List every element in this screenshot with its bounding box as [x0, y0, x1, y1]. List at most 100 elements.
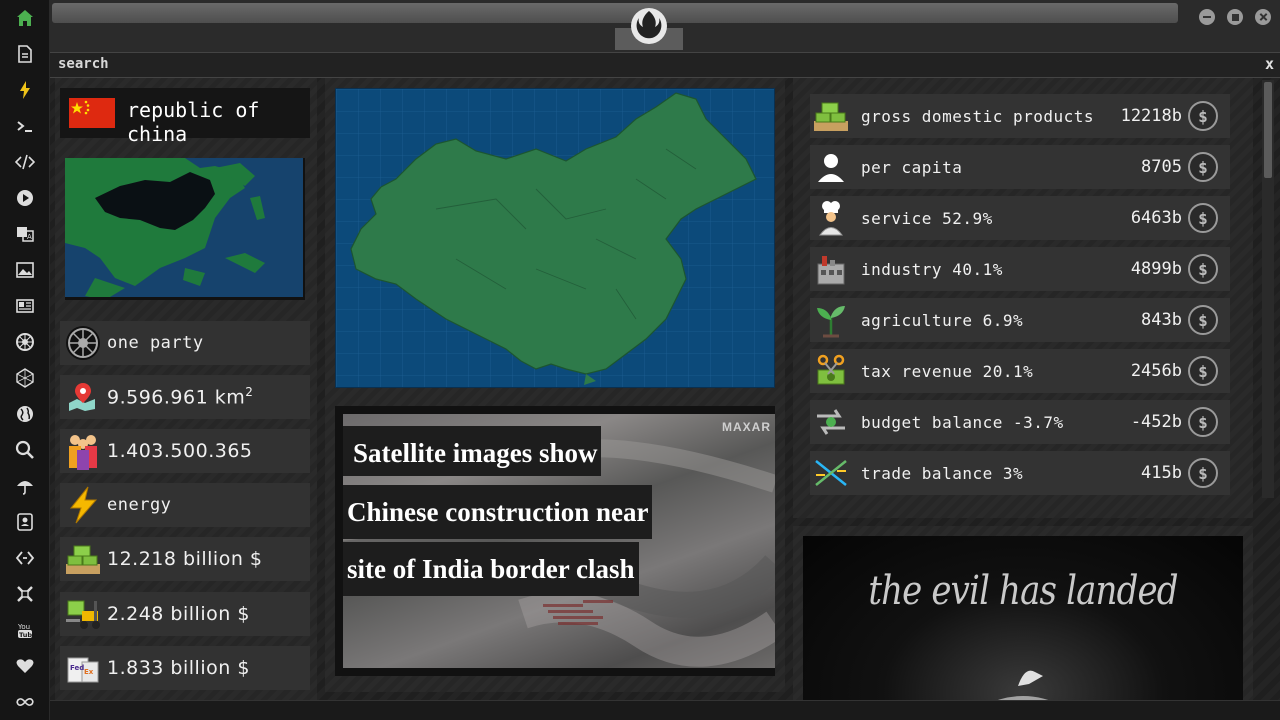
- hexagon-icon[interactable]: [13, 366, 37, 390]
- dollar-icon[interactable]: $: [1188, 101, 1218, 131]
- dollar-icon[interactable]: $: [1188, 152, 1218, 182]
- money-stat-1[interactable]: 12.218 billion $: [60, 537, 310, 581]
- scissors-money-icon: [811, 351, 851, 391]
- factory-icon: [811, 249, 851, 289]
- economy-label: industry 40.1%: [861, 259, 1003, 279]
- trade-cross-icon: [811, 453, 851, 493]
- economy-row-gdp[interactable]: gross domestic products 12218b $: [810, 94, 1230, 138]
- minimize-button[interactable]: [1199, 9, 1215, 25]
- government-stat[interactable]: one party: [60, 321, 310, 365]
- population-stat[interactable]: 1.403.500.365: [60, 429, 310, 473]
- bottom-bar: [50, 700, 1280, 720]
- news-headline-line-1: Satellite images show: [343, 426, 602, 476]
- energy-stat[interactable]: energy: [60, 483, 310, 527]
- lightning-icon[interactable]: [13, 78, 37, 102]
- government-type: one party: [107, 333, 204, 353]
- dollar-icon[interactable]: $: [1188, 305, 1218, 335]
- search-icon[interactable]: [13, 438, 37, 462]
- economy-value: 8705: [1141, 157, 1182, 177]
- news-headline-line-3: site of India border clash: [343, 542, 639, 596]
- terminal-icon[interactable]: [13, 114, 37, 138]
- news-icon[interactable]: [13, 294, 37, 318]
- search-close-button[interactable]: x: [1265, 55, 1274, 73]
- window-close-button[interactable]: [1255, 9, 1271, 25]
- umbrella-icon[interactable]: [13, 474, 37, 498]
- svg-text:You: You: [17, 623, 30, 631]
- heart-icon[interactable]: [13, 654, 37, 678]
- empire-icon: [63, 323, 103, 363]
- economy-row-budget-balance[interactable]: budget balance -3.7% -452b $: [810, 400, 1230, 444]
- crosshair-icon[interactable]: [13, 582, 37, 606]
- money-stack-icon: [811, 96, 851, 136]
- area-stat[interactable]: 9.596.961 km2: [60, 375, 310, 419]
- play-icon[interactable]: [13, 186, 37, 210]
- contact-icon[interactable]: [13, 510, 37, 534]
- economy-row-tax-revenue[interactable]: tax revenue 20.1% 2456b $: [810, 349, 1230, 393]
- economy-value: 4899b: [1130, 259, 1182, 279]
- economy-label: budget balance -3.7%: [861, 412, 1064, 432]
- money-stack-icon: [63, 539, 103, 579]
- document-icon[interactable]: [13, 42, 37, 66]
- energy-label: energy: [107, 495, 172, 515]
- economy-label: tax revenue 20.1%: [861, 361, 1034, 381]
- person-icon: [811, 147, 851, 187]
- svg-text:Ex: Ex: [84, 668, 94, 676]
- economy-label: agriculture 6.9%: [861, 310, 1024, 330]
- economy-label: service 52.9%: [861, 208, 993, 228]
- country-header: republic of china: [60, 88, 310, 146]
- globe-icon[interactable]: [13, 402, 37, 426]
- economy-value: 2456b: [1130, 361, 1182, 381]
- economy-row-per-capita[interactable]: per capita 8705 $: [810, 145, 1230, 189]
- maximize-button[interactable]: [1227, 9, 1243, 25]
- scrollbar-thumb[interactable]: [1264, 82, 1272, 178]
- svg-text:Tube: Tube: [19, 631, 35, 639]
- economy-row-industry[interactable]: industry 40.1% 4899b $: [810, 247, 1230, 291]
- svg-text:Fed: Fed: [70, 664, 84, 672]
- dollar-icon[interactable]: $: [1188, 407, 1218, 437]
- economy-row-agriculture[interactable]: agriculture 6.9% 843b $: [810, 298, 1230, 342]
- chef-icon: [811, 198, 851, 238]
- economy-value: 12218b: [1120, 106, 1182, 126]
- infinity-icon[interactable]: [13, 690, 37, 714]
- money-stat-2[interactable]: 2.248 billion $: [60, 592, 310, 636]
- economy-label: gross domestic products: [861, 106, 1095, 126]
- money-value-3: 1.833 billion $: [107, 657, 250, 679]
- home-icon[interactable]: [13, 6, 37, 30]
- economy-label: trade balance 3%: [861, 463, 1024, 483]
- rebel-alliance-logo-icon[interactable]: [615, 2, 683, 50]
- translate-icon[interactable]: A: [13, 222, 37, 246]
- transfer-icon[interactable]: [13, 546, 37, 570]
- dollar-icon[interactable]: $: [1188, 203, 1218, 233]
- country-name: republic of china: [127, 98, 260, 146]
- economy-scrollbar[interactable]: [1262, 80, 1274, 498]
- title-bar: [50, 0, 1280, 52]
- code-icon[interactable]: [13, 150, 37, 174]
- money-stat-3[interactable]: Fed Ex 1.833 billion $: [60, 646, 310, 690]
- search-label: search: [58, 56, 109, 72]
- location-minimap[interactable]: [65, 158, 305, 300]
- sidebar-rail: A You Tube: [0, 0, 50, 720]
- empire-icon[interactable]: [13, 330, 37, 354]
- svg-text:A: A: [27, 233, 32, 241]
- money-value-2: 2.248 billion $: [107, 603, 250, 625]
- population-value: 1.403.500.365: [107, 440, 253, 462]
- lightning-icon: [63, 485, 103, 525]
- economy-label: per capita: [861, 157, 963, 177]
- dollar-icon[interactable]: $: [1188, 254, 1218, 284]
- search-bar[interactable]: search x: [50, 52, 1280, 78]
- economy-value: 6463b: [1130, 208, 1182, 228]
- youtube-icon[interactable]: You Tube: [13, 618, 37, 642]
- image-icon[interactable]: [13, 258, 37, 282]
- news-headline-line-2: Chinese construction near: [343, 485, 653, 539]
- economy-value: -452b: [1130, 412, 1182, 432]
- economy-row-service[interactable]: service 52.9% 6463b $: [810, 196, 1230, 240]
- plant-sprout-icon: [811, 300, 851, 340]
- country-map[interactable]: [335, 88, 775, 388]
- dollar-icon[interactable]: $: [1188, 356, 1218, 386]
- economy-row-trade-balance[interactable]: trade balance 3% 415b $: [810, 451, 1230, 495]
- money-value-1: 12.218 billion $: [107, 548, 263, 570]
- exchange-arrows-icon: [811, 402, 851, 442]
- china-flag-icon: [69, 98, 115, 128]
- ad-banner[interactable]: the evil has landed: [803, 536, 1243, 720]
- dollar-icon[interactable]: $: [1188, 458, 1218, 488]
